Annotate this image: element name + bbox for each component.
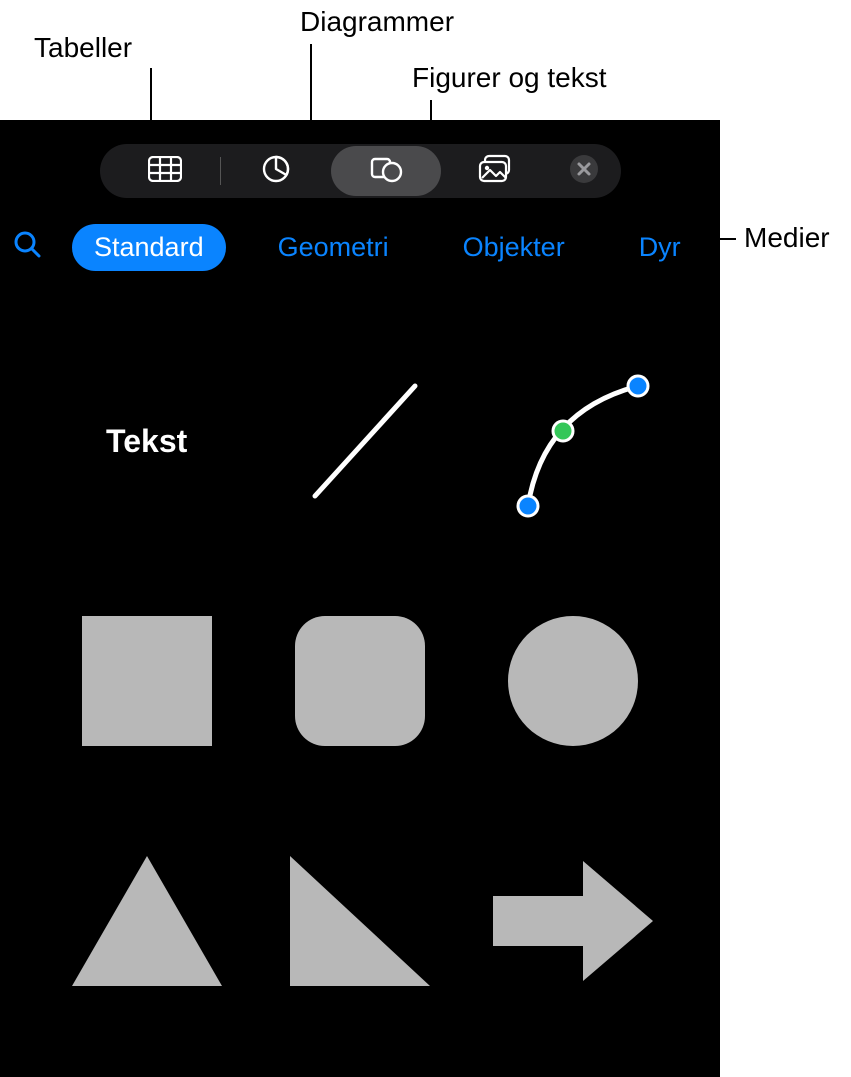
arrow-right-icon — [493, 856, 653, 986]
image-icon — [478, 154, 514, 189]
right-triangle-icon — [290, 856, 430, 986]
close-icon — [568, 153, 600, 190]
callout-tables: Tabeller — [34, 32, 132, 64]
table-icon — [148, 156, 182, 187]
tab-objekter[interactable]: Objekter — [441, 224, 587, 271]
shapes-icon — [369, 154, 403, 189]
callout-charts: Diagrammer — [300, 6, 454, 38]
circle-icon — [508, 616, 638, 746]
curve-icon — [488, 356, 658, 526]
callout-media: Medier — [744, 222, 830, 254]
rounded-square-icon — [295, 616, 425, 746]
shape-square[interactable] — [52, 586, 242, 776]
shape-rounded-square[interactable] — [265, 586, 455, 776]
tab-standard[interactable]: Standard — [72, 224, 226, 271]
shape-text[interactable]: Tekst — [52, 346, 242, 536]
insert-toolbar — [0, 120, 720, 198]
tab-dyr[interactable]: Dyr — [617, 224, 703, 271]
shapes-text-button[interactable] — [331, 146, 441, 196]
callout-shapes-text: Figurer og tekst — [412, 62, 607, 94]
shape-triangle[interactable] — [52, 826, 242, 1016]
search-button[interactable] — [12, 228, 42, 268]
shape-right-triangle[interactable] — [265, 826, 455, 1016]
media-button[interactable] — [441, 146, 551, 196]
charts-button[interactable] — [221, 146, 331, 196]
insert-toolbar-segment — [100, 144, 621, 198]
shape-text-label: Tekst — [106, 423, 187, 460]
line-icon — [285, 366, 435, 516]
shapes-grid: Tekst — [0, 281, 720, 1031]
insert-panel: Standard Geometri Objekter Dyr Na Tekst — [0, 120, 720, 1077]
shape-line[interactable] — [265, 346, 455, 536]
triangle-icon — [72, 856, 222, 986]
tables-button[interactable] — [110, 146, 220, 196]
tab-geometri[interactable]: Geometri — [256, 224, 411, 271]
pie-chart-icon — [261, 154, 291, 189]
shape-arrow-right[interactable] — [478, 826, 668, 1016]
search-icon — [12, 229, 42, 266]
shape-curve[interactable] — [478, 346, 668, 536]
shape-circle[interactable] — [478, 586, 668, 776]
shape-category-tabs: Standard Geometri Objekter Dyr Na — [0, 198, 720, 281]
close-button[interactable] — [557, 144, 611, 198]
square-icon — [82, 616, 212, 746]
